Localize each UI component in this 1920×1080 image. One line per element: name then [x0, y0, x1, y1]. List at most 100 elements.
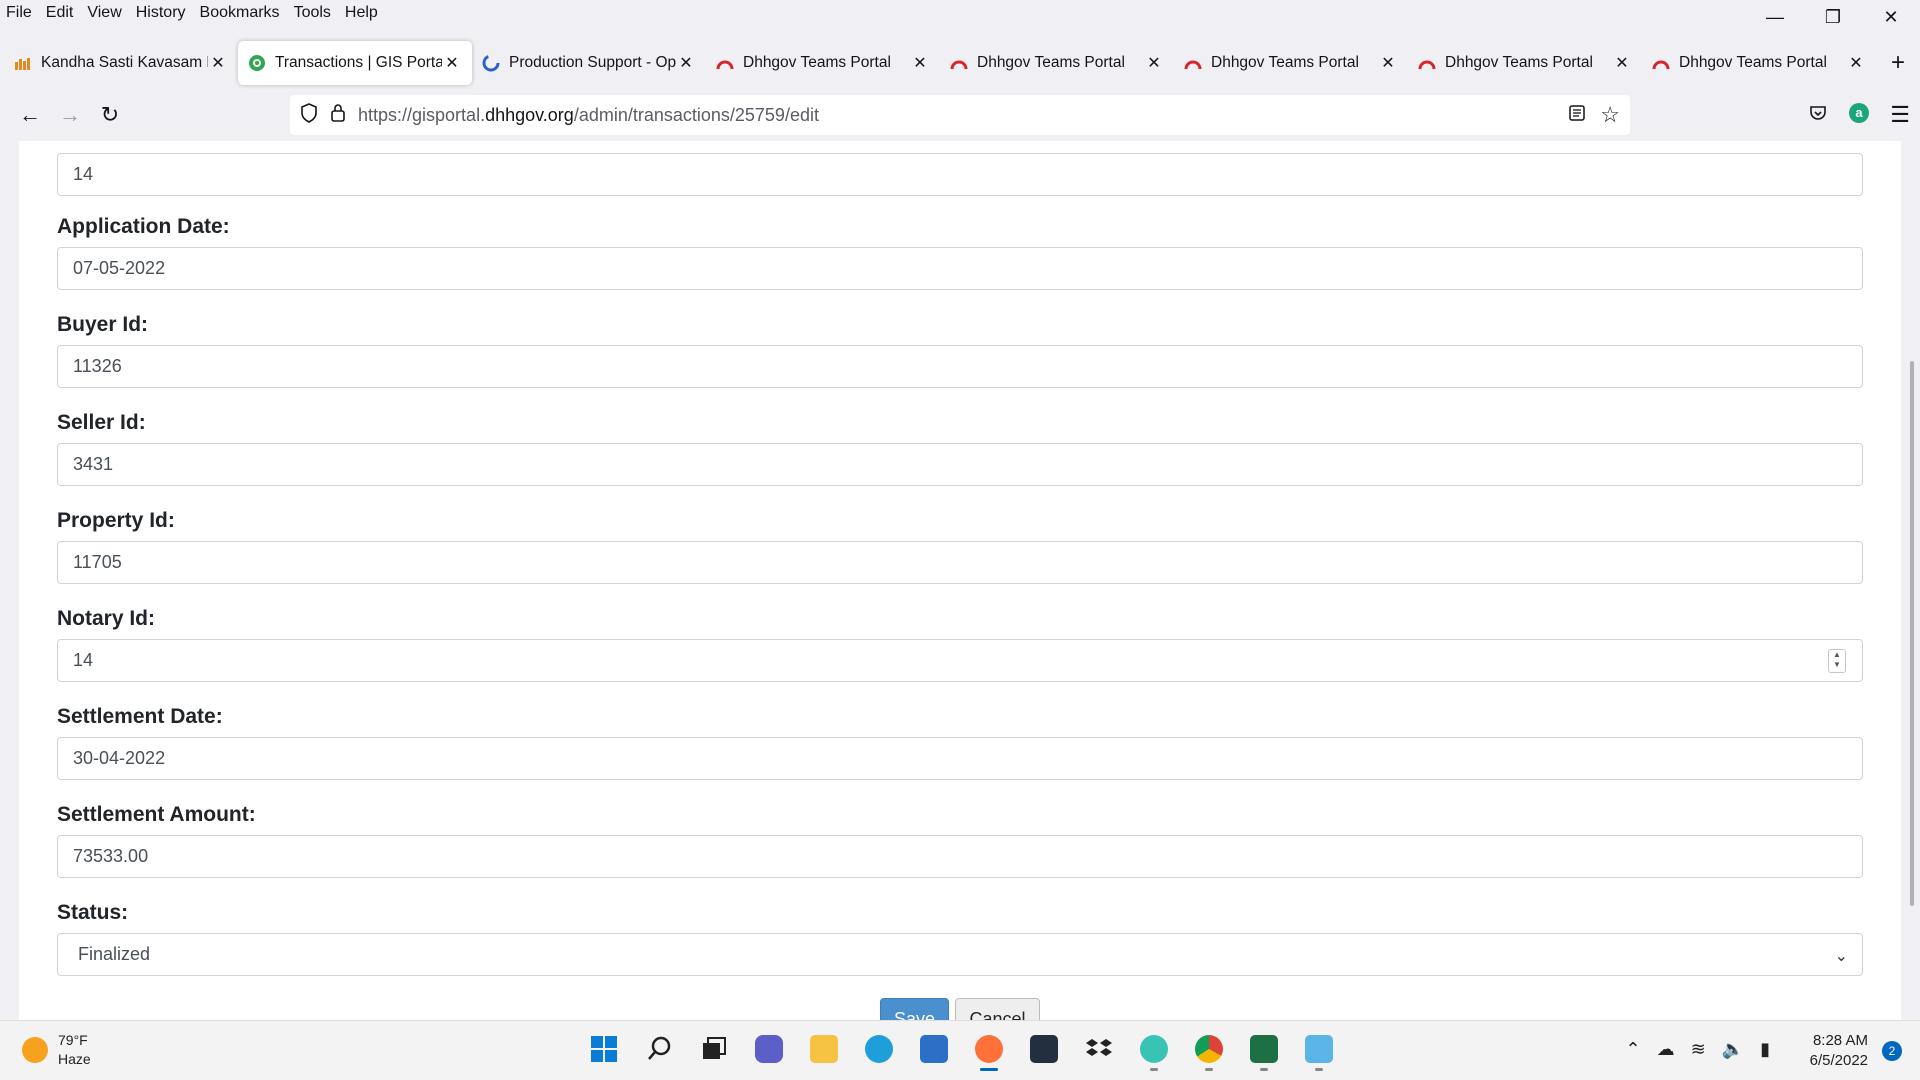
active-app-indicator — [980, 1068, 998, 1071]
bookmark-star-icon[interactable]: ☆ — [1600, 102, 1620, 128]
hamburger-menu-icon[interactable]: ☰ — [1890, 102, 1910, 128]
edit-form-panel: 14 Application Date: 07-05-2022 Buyer Id… — [19, 141, 1901, 1020]
settlement-amount-input[interactable]: 73533.00 — [57, 835, 1863, 878]
reader-view-icon[interactable] — [1568, 104, 1586, 127]
menu-file[interactable]: File — [6, 4, 32, 22]
weather-widget[interactable]: 79°F Haze — [22, 1031, 91, 1069]
buyer-id-field: Buyer Id: 11326 — [57, 313, 1863, 388]
close-tab-icon[interactable]: ✕ — [1846, 53, 1866, 73]
restore-button[interactable]: ❐ — [1804, 0, 1862, 34]
settlement-date-field: Settlement Date: 30-04-2022 — [57, 705, 1863, 780]
close-tab-icon[interactable]: ✕ — [910, 53, 930, 73]
property-id-field: Property Id: 11705 — [57, 509, 1863, 584]
battery-icon[interactable]: ▮ — [1760, 1039, 1770, 1060]
close-tab-icon[interactable]: ✕ — [1144, 53, 1164, 73]
scrollbar[interactable] — [1901, 141, 1920, 1020]
forward-button[interactable]: → — [50, 97, 90, 133]
close-tab-icon[interactable]: ✕ — [1612, 53, 1632, 73]
amazon-icon[interactable] — [1026, 1029, 1062, 1069]
application-date-label: Application Date: — [57, 215, 230, 238]
status-select[interactable]: Finalized ⌄ — [57, 933, 1863, 976]
application-date-input[interactable]: 07-05-2022 — [57, 247, 1863, 290]
property-id-input[interactable]: 11705 — [57, 541, 1863, 584]
excel-icon[interactable] — [1246, 1029, 1282, 1071]
settlement-date-input[interactable]: 30-04-2022 — [57, 737, 1863, 780]
menu-history[interactable]: History — [136, 4, 186, 22]
navigation-toolbar: ← → ↻ https://gisportal.dhhgov.org/admin… — [0, 92, 1920, 138]
chevron-up-icon[interactable]: ⌃ — [1625, 1039, 1640, 1060]
close-tab-icon[interactable]: ✕ — [208, 53, 228, 73]
teams-chat-icon[interactable] — [751, 1029, 787, 1069]
tab-transactions[interactable]: Transactions | GIS Portal ✕ — [238, 40, 472, 85]
globe-icon — [248, 54, 266, 72]
onedrive-cloud-icon[interactable]: ☁ — [1657, 1039, 1675, 1060]
music-icon — [14, 54, 32, 72]
minimize-button[interactable]: — — [1746, 0, 1804, 34]
menu-tools[interactable]: Tools — [294, 4, 331, 22]
url-prefix: https://gisportal. — [358, 104, 486, 125]
search-icon[interactable] — [641, 1029, 677, 1069]
window-controls: — ❐ ✕ — [1746, 0, 1920, 34]
task-view-icon[interactable] — [696, 1029, 732, 1069]
shield-icon[interactable] — [300, 102, 318, 128]
tab-teams-portal-1[interactable]: Dhhgov Teams Portal ✕ — [706, 41, 940, 85]
tab-production-support[interactable]: Production Support - Op ✕ — [472, 41, 706, 85]
loading-icon — [482, 54, 500, 72]
weather-description: Haze — [58, 1051, 91, 1067]
seller-id-input[interactable]: 3431 — [57, 443, 1863, 486]
buyer-id-label: Buyer Id: — [57, 313, 149, 336]
tab-teams-portal-4[interactable]: Dhhgov Teams Portal ✕ — [1408, 41, 1642, 85]
number-spinner[interactable]: ▲ ▼ — [1828, 649, 1846, 673]
close-tab-icon[interactable]: ✕ — [676, 53, 696, 73]
back-button[interactable]: ← — [10, 97, 50, 133]
microsoft-store-icon[interactable] — [916, 1029, 952, 1069]
buyer-id-input[interactable]: 11326 — [57, 345, 1863, 388]
tab-strip: Kandha Sasti Kavasam Ly ✕ Transactions |… — [0, 40, 1920, 85]
notepad-icon[interactable] — [1301, 1029, 1337, 1071]
pocket-icon[interactable] — [1808, 103, 1828, 128]
save-button[interactable]: Save — [880, 998, 949, 1020]
close-tab-icon[interactable]: ✕ — [442, 53, 462, 73]
tab-teams-portal-5[interactable]: Dhhgov Teams Portal ✕ — [1642, 41, 1876, 85]
mail-icon[interactable] — [1136, 1029, 1172, 1071]
tab-teams-portal-2[interactable]: Dhhgov Teams Portal ✕ — [940, 41, 1174, 85]
close-window-button[interactable]: ✕ — [1862, 0, 1920, 34]
top-field-input[interactable]: 14 — [57, 153, 1863, 196]
running-app-indicator — [1150, 1068, 1158, 1071]
tab-title: Transactions | GIS Portal — [275, 53, 442, 71]
menu-help[interactable]: Help — [345, 4, 378, 22]
tab-title: Kandha Sasti Kavasam Ly — [41, 53, 208, 71]
cancel-button[interactable]: Cancel — [955, 998, 1040, 1020]
url-bar[interactable]: https://gisportal.dhhgov.org/admin/trans… — [290, 95, 1630, 135]
status-label: Status: — [57, 901, 129, 924]
running-app-indicator — [1260, 1068, 1268, 1071]
running-app-indicator — [1315, 1068, 1323, 1071]
menu-view[interactable]: View — [87, 4, 121, 22]
start-icon[interactable] — [586, 1029, 622, 1069]
menu-edit[interactable]: Edit — [46, 4, 74, 22]
reload-button[interactable]: ↻ — [90, 97, 130, 133]
clock[interactable]: 8:28 AM 6/5/2022 — [1810, 1031, 1868, 1071]
wifi-icon[interactable]: ≋ — [1691, 1039, 1706, 1060]
notary-id-input[interactable]: 14 ▲ ▼ — [57, 639, 1863, 682]
tab-kandha-sasti[interactable]: Kandha Sasti Kavasam Ly ✕ — [4, 41, 238, 85]
account-avatar-icon[interactable]: a — [1848, 102, 1870, 129]
edge-browser-icon[interactable] — [861, 1029, 897, 1069]
new-tab-button[interactable]: + — [1880, 45, 1916, 81]
firefox-icon[interactable] — [971, 1029, 1007, 1071]
tab-title: Production Support - Op — [509, 53, 676, 71]
url-domain: dhhgov.org — [485, 104, 574, 125]
tab-teams-portal-3[interactable]: Dhhgov Teams Portal ✕ — [1174, 41, 1408, 85]
file-explorer-icon[interactable] — [806, 1029, 842, 1069]
dropbox-icon[interactable] — [1081, 1029, 1117, 1069]
scrollbar-thumb[interactable] — [1910, 361, 1914, 906]
volume-icon[interactable]: 🔈 — [1722, 1039, 1744, 1060]
teams-logo-icon — [1184, 54, 1202, 72]
menu-bookmarks[interactable]: Bookmarks — [200, 4, 280, 22]
url-text[interactable]: https://gisportal.dhhgov.org/admin/trans… — [358, 105, 819, 126]
notification-badge[interactable]: 2 — [1882, 1041, 1902, 1061]
system-tray: ⌃ ☁ ≋ 🔈 ▮ — [1625, 1039, 1770, 1060]
chrome-icon[interactable] — [1191, 1029, 1227, 1071]
lock-icon[interactable] — [330, 103, 346, 128]
close-tab-icon[interactable]: ✕ — [1378, 53, 1398, 73]
